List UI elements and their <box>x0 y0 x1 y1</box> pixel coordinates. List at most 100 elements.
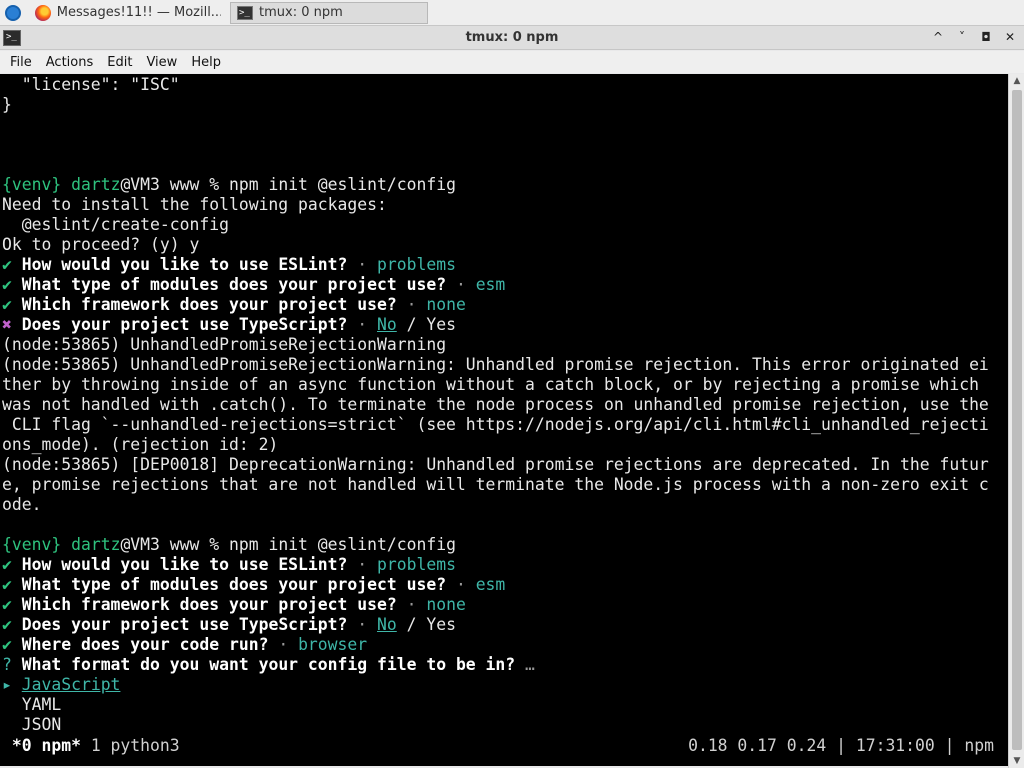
prompt-line: {venv} dartz@VM3 www % npm init @eslint/… <box>2 535 456 555</box>
eslint-question-line: ✔ Does your project use TypeScript? · No… <box>2 615 456 635</box>
terminal-line: (node:53865) UnhandledPromiseRejectionWa… <box>2 355 989 374</box>
tmux-window-active[interactable]: *0 npm* <box>2 736 81 755</box>
menu-file[interactable]: File <box>3 55 39 70</box>
question-text: Which framework does your project use? <box>21 595 397 614</box>
check-icon: ✔ <box>2 255 12 274</box>
eslint-question-line: ? What format do you want your config fi… <box>2 655 535 675</box>
check-icon: ✔ <box>2 595 12 614</box>
menu-help[interactable]: Help <box>184 55 228 70</box>
answer-yes: Yes <box>426 315 456 334</box>
check-icon: ✔ <box>2 575 12 594</box>
separator: · <box>347 615 378 634</box>
separator: · <box>396 595 427 614</box>
menu-edit[interactable]: Edit <box>100 55 139 70</box>
taskbar-item-firefox[interactable]: Messages!11!! — Mozill... <box>28 2 228 24</box>
separator: / <box>396 315 427 334</box>
terminal-scrollbar[interactable]: ▲ ▼ <box>1008 74 1024 768</box>
question-text: What format do you want your config file… <box>21 655 516 674</box>
minimize-button[interactable]: ˅ <box>954 29 970 45</box>
check-icon: ✔ <box>2 635 12 654</box>
question-text: Does your project use TypeScript? <box>21 615 348 634</box>
ellipsis: … <box>515 655 535 674</box>
window-title: tmux: 0 npm <box>465 30 559 45</box>
answer-no: No <box>377 615 397 634</box>
prompt-user: dartz <box>71 175 121 194</box>
maximize-button[interactable]: ◘ <box>978 29 994 45</box>
separator: · <box>446 275 476 294</box>
menu-bar: File Actions Edit View Help <box>0 51 1024 73</box>
tmux-status-left: *0 npm* 1 python3 <box>2 736 180 756</box>
option-label: YAML <box>21 695 62 714</box>
scroll-down-icon[interactable]: ▼ <box>1009 754 1024 768</box>
taskbar-item-label: Messages!11!! — Mozill... <box>56 5 221 20</box>
answer-text: esm <box>475 275 506 294</box>
answer-text: esm <box>475 575 506 594</box>
terminal-line: e, promise rejections that are not handl… <box>2 475 989 494</box>
prompt-user: dartz <box>71 535 121 554</box>
eslint-question-line: ✖ Does your project use TypeScript? · No… <box>2 315 456 335</box>
terminal-line: (node:53865) UnhandledPromiseRejectionWa… <box>2 335 447 354</box>
taskbar: Messages!11!! — Mozill... >_ tmux: 0 npm <box>0 0 1024 26</box>
option-yaml[interactable]: YAML <box>2 695 61 715</box>
tmux-status-right: 0.18 0.17 0.24 | 17:31:00 | npm <box>688 736 994 755</box>
cross-icon: ✖ <box>2 315 12 334</box>
question-text: Where does your code run? <box>21 635 269 654</box>
taskbar-item-terminal[interactable]: >_ tmux: 0 npm <box>230 1 428 24</box>
terminal-output[interactable]: "license": "ISC" } {venv} dartz@VM3 www … <box>0 74 1008 766</box>
terminal-line: "license": "ISC" <box>2 75 180 94</box>
question-mark-icon: ? <box>2 655 12 674</box>
separator: · <box>446 575 476 594</box>
option-label: JSON <box>21 715 62 734</box>
scroll-up-icon[interactable]: ▲ <box>1009 74 1024 88</box>
eslint-question-line: ✔ Where does your code run? · browser <box>2 635 367 655</box>
terminal-line: (node:53865) [DEP0018] DeprecationWarnin… <box>2 455 989 474</box>
eslint-question-line: ✔ How would you like to use ESLint? · pr… <box>2 255 456 275</box>
tmux-window-other[interactable]: 1 python3 <box>81 736 180 755</box>
terminal-line: @eslint/create-config <box>2 215 229 234</box>
eslint-question-line: ✔ How would you like to use ESLint? · pr… <box>2 555 456 575</box>
app-launcher-button[interactable] <box>0 0 26 26</box>
separator: · <box>396 295 427 314</box>
close-button[interactable]: ✕ <box>1002 29 1018 45</box>
option-javascript[interactable]: ▸ JavaScript <box>2 675 120 695</box>
terminal-line: ther by throwing inside of an async func… <box>2 375 979 394</box>
eslint-question-line: ✔ Which framework does your project use?… <box>2 595 466 615</box>
answer-text: browser <box>298 635 368 654</box>
selection-arrow-icon: ▸ <box>2 675 12 694</box>
answer-text: problems <box>377 555 456 574</box>
terminal-line: ode. <box>2 495 42 514</box>
answer-text: none <box>426 595 466 614</box>
separator: · <box>347 315 378 334</box>
terminal-line: was not handled with .catch(). To termin… <box>2 395 989 414</box>
question-text: How would you like to use ESLint? <box>21 555 348 574</box>
terminal-app-icon[interactable]: >_ <box>3 29 21 46</box>
scrollbar-thumb[interactable] <box>1012 90 1022 750</box>
option-json[interactable]: JSON <box>2 715 61 735</box>
menu-view[interactable]: View <box>139 55 184 70</box>
terminal-icon: >_ <box>237 5 253 20</box>
answer-text: problems <box>377 255 456 274</box>
terminal-line: Need to install the following packages: <box>2 195 387 214</box>
question-text: Does your project use TypeScript? <box>21 315 348 334</box>
window-titlebar[interactable]: >_ tmux: 0 npm ^ ˅ ◘ ✕ <box>0 26 1024 50</box>
prompt-command: @VM3 www % npm init @eslint/config <box>120 175 456 194</box>
question-text: What type of modules does your project u… <box>21 275 447 294</box>
prompt-command: @VM3 www % npm init @eslint/config <box>120 535 456 554</box>
answer-no: No <box>377 315 397 334</box>
separator: · <box>268 635 299 654</box>
terminal-line: Ok to proceed? (y) y <box>2 235 200 254</box>
terminal-line: ons_mode). (rejection id: 2) <box>2 435 279 454</box>
answer-text: none <box>426 295 466 314</box>
keep-above-button[interactable]: ^ <box>930 29 946 45</box>
separator: / <box>396 615 427 634</box>
question-text: How would you like to use ESLint? <box>21 255 348 274</box>
menu-actions[interactable]: Actions <box>39 55 101 70</box>
check-icon: ✔ <box>2 615 12 634</box>
answer-yes: Yes <box>426 615 456 634</box>
app-menu-icon <box>5 4 21 21</box>
prompt-venv: {venv} <box>2 175 62 194</box>
option-label: JavaScript <box>21 675 121 694</box>
prompt-venv: {venv} <box>2 535 62 554</box>
firefox-icon <box>35 4 51 21</box>
eslint-question-line: ✔ What type of modules does your project… <box>2 275 505 295</box>
